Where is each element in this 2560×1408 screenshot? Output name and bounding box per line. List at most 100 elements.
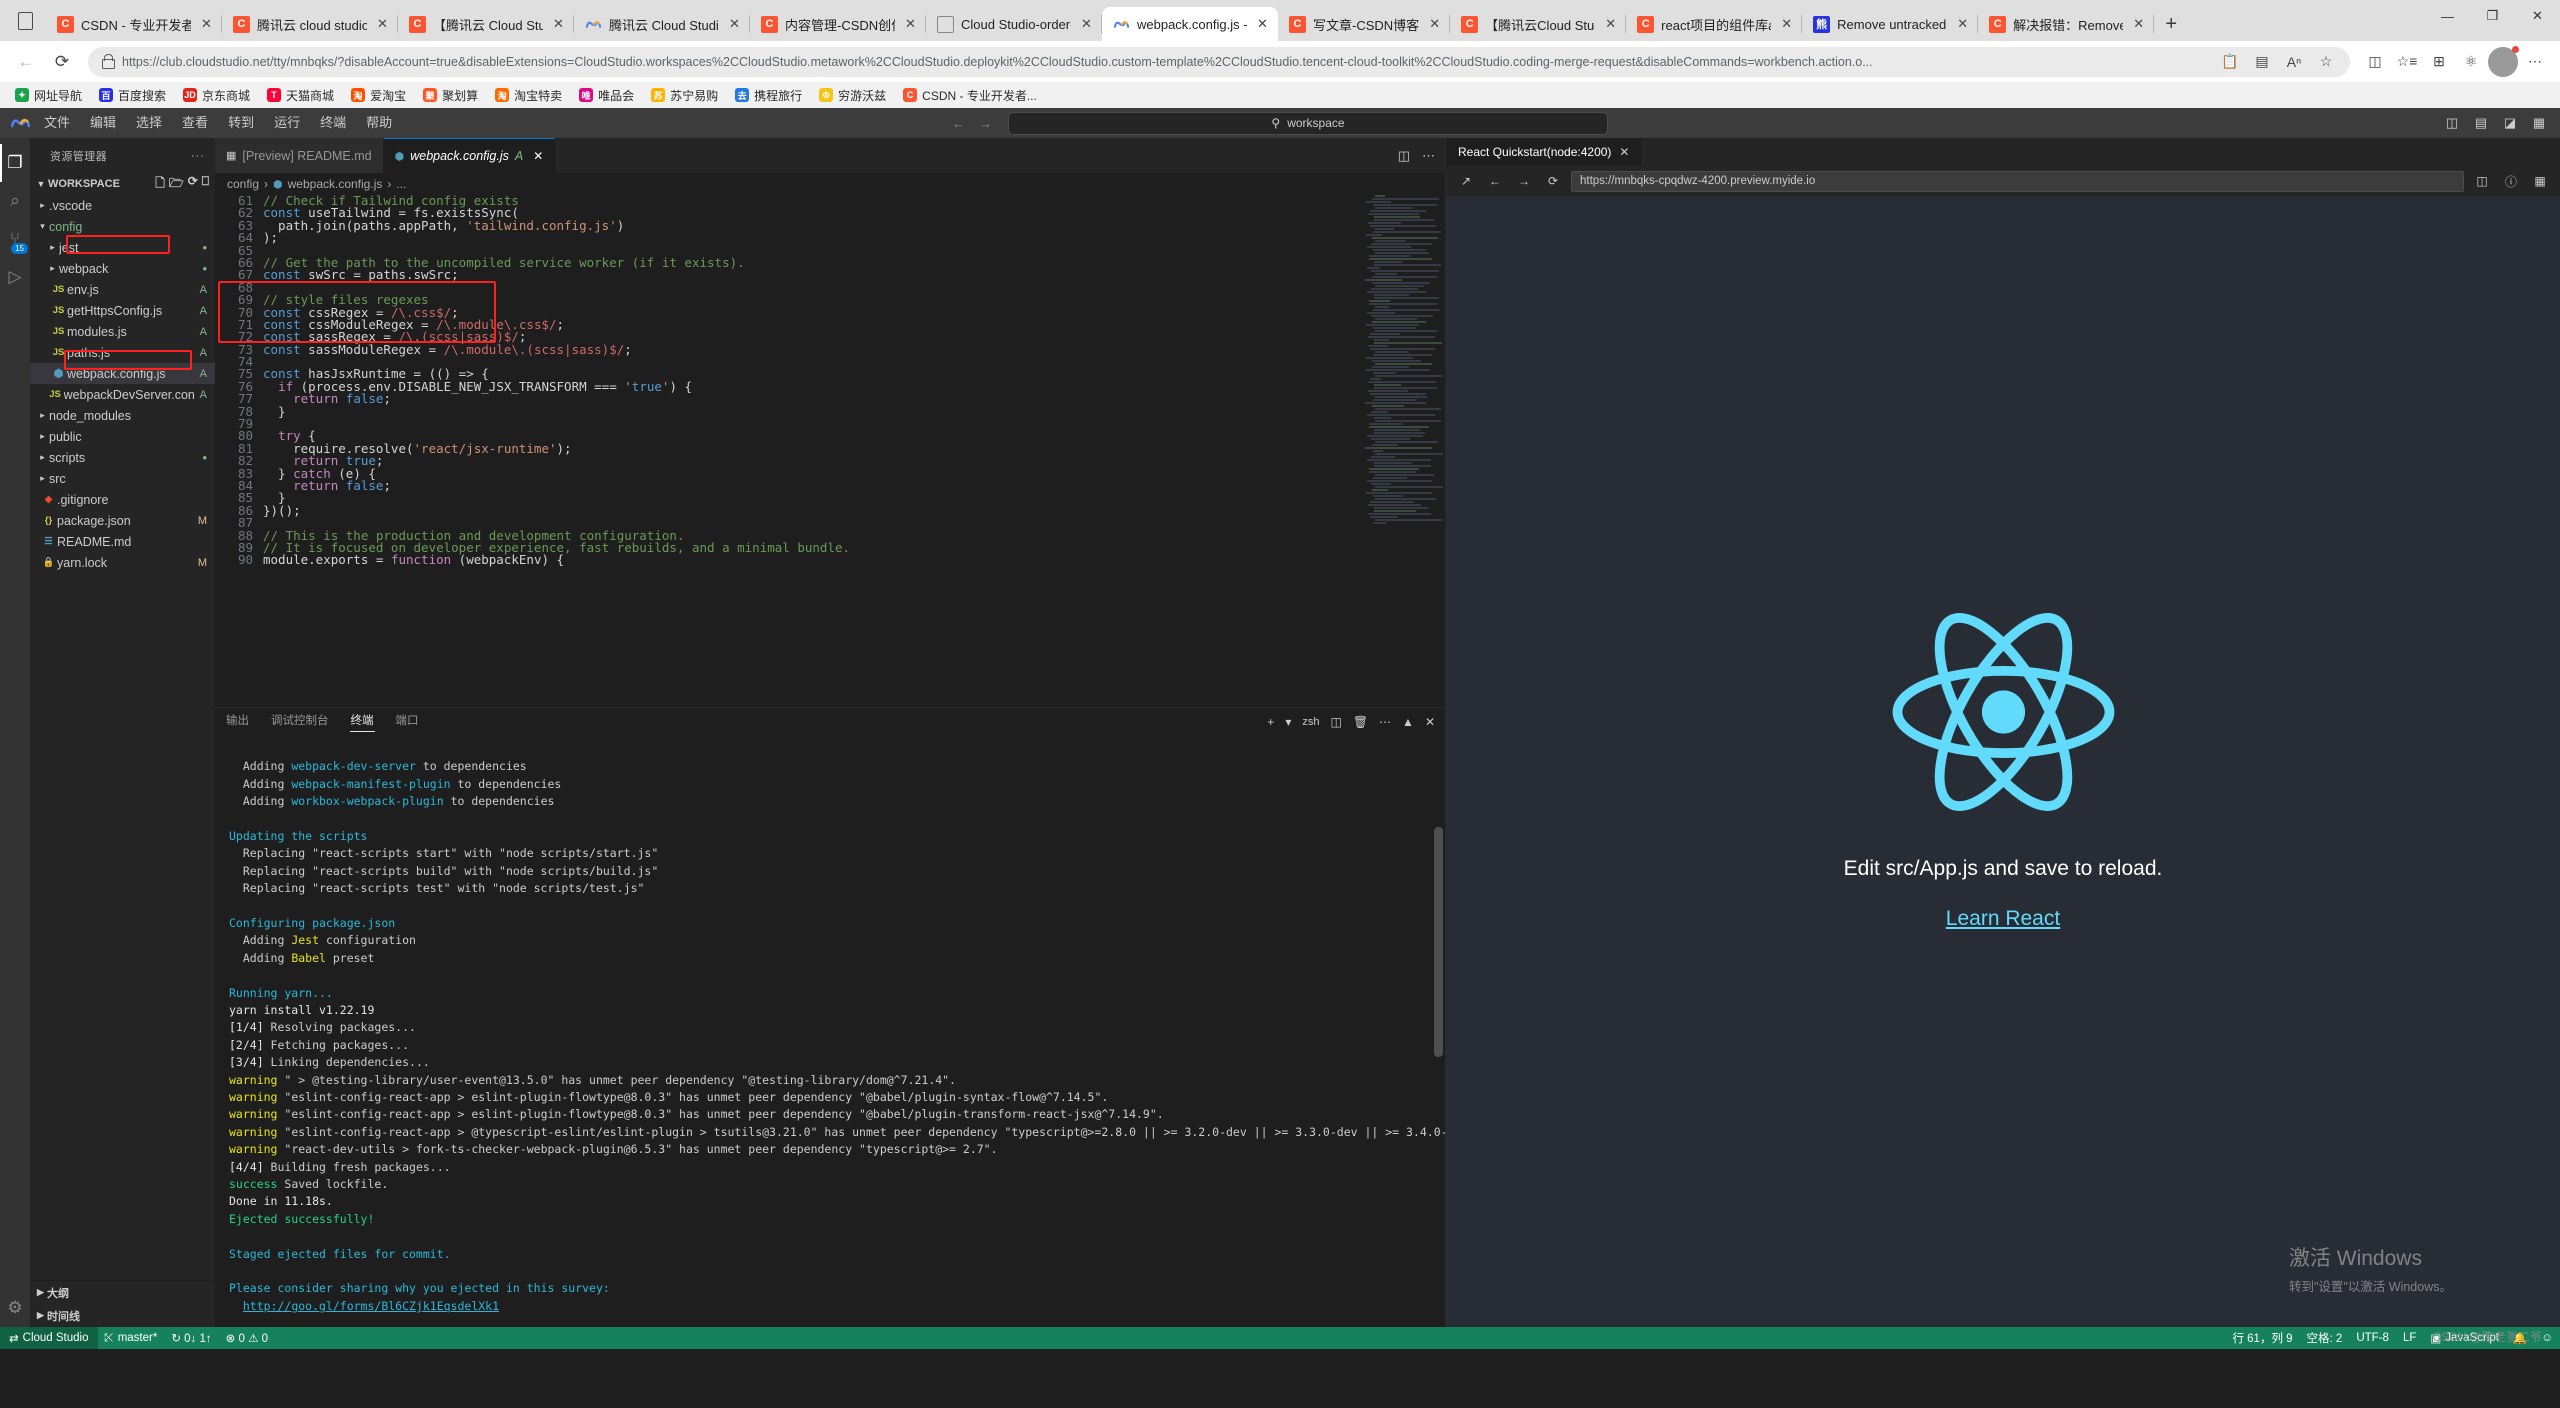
kill-terminal-icon[interactable]: 🗑 xyxy=(1353,715,1368,729)
section-timeline[interactable]: ▶ 时间线 xyxy=(30,1304,215,1327)
tab-output[interactable]: 输出 xyxy=(225,712,250,732)
tree-item[interactable]: ▸ webpack • xyxy=(30,258,215,279)
browser-tab[interactable]: C 内容管理-CSDN创作中心 ✕ xyxy=(750,7,926,41)
browser-tab[interactable]: Creact项目的组件库antd- ✕ xyxy=(1626,7,1803,41)
activity-explorer-icon[interactable]: ❐ xyxy=(0,144,30,182)
devtools-icon[interactable]: ◫ xyxy=(2471,170,2493,192)
status-cursor-position[interactable]: 行 61，列 9 xyxy=(2225,1327,2299,1349)
menu-终端[interactable]: 终端 xyxy=(310,108,356,138)
back-button[interactable]: ← xyxy=(10,46,42,78)
tab-search-button[interactable] xyxy=(4,0,46,41)
close-tab-icon[interactable]: ✕ xyxy=(198,16,215,33)
tree-item[interactable]: ▸ node_modules xyxy=(30,405,215,426)
add-terminal-icon[interactable]: + xyxy=(1267,715,1274,729)
tree-item[interactable]: ▸ src xyxy=(30,468,215,489)
close-icon[interactable]: ✕ xyxy=(1619,145,1629,159)
split-editor-icon[interactable]: ◫ xyxy=(1398,148,1410,164)
collections-icon[interactable]: ☆≡ xyxy=(2392,47,2422,77)
tree-item[interactable]: ▾ config xyxy=(30,216,215,237)
forward-icon[interactable]: → xyxy=(1513,170,1535,192)
tree-item[interactable]: ▸ .vscode xyxy=(30,195,215,216)
profile-avatar[interactable] xyxy=(2488,45,2519,77)
tree-item[interactable]: JS getHttpsConfig.js A xyxy=(30,300,215,321)
settings-more-icon[interactable]: ⋯ xyxy=(2520,47,2550,77)
status-eol[interactable]: LF xyxy=(2396,1327,2423,1349)
address-bar[interactable]: https://club.cloudstudio.net/tty/mnbqks/… xyxy=(88,46,2350,77)
status-encoding[interactable]: UTF-8 xyxy=(2349,1327,2396,1349)
tree-item[interactable]: ☰ README.md xyxy=(30,531,215,552)
split-screen-icon[interactable]: ◫ xyxy=(2360,47,2390,77)
open-external-icon[interactable]: ↗ xyxy=(1455,170,1477,192)
tree-item[interactable]: JS modules.js A xyxy=(30,321,215,342)
maximize-panel-icon[interactable]: ▲ xyxy=(1402,715,1414,729)
close-tab-icon[interactable]: ✕ xyxy=(726,16,743,33)
toggle-primary-sidebar-icon[interactable]: ◫ xyxy=(2439,115,2465,131)
browser-tab[interactable]: C 腾讯云 cloud studio实战 ✕ xyxy=(222,7,398,41)
nav-forward-icon[interactable]: → xyxy=(979,116,992,131)
browser-tab[interactable]: Cloud Studio-order-Rea ✕ xyxy=(926,7,1102,41)
tab-terminal[interactable]: 终端 xyxy=(349,712,375,733)
preview-tab[interactable]: React Quickstart(node:4200) ✕ xyxy=(1446,138,1642,166)
copy-icon[interactable]: 📋 xyxy=(2215,47,2245,77)
browser-tab[interactable]: C 【腾讯云 Cloud Studio 实 ✕ xyxy=(398,7,574,41)
browser-tab[interactable]: C CSDN - 专业开发者社区 ✕ xyxy=(46,7,222,41)
close-tab-icon[interactable]: ✕ xyxy=(2130,16,2147,33)
menu-运行[interactable]: 运行 xyxy=(264,108,310,138)
menu-文件[interactable]: 文件 xyxy=(34,108,80,138)
close-tab-icon[interactable]: ✕ xyxy=(902,16,919,33)
bookmark-item[interactable]: 淘爱淘宝 xyxy=(344,85,413,106)
close-tab-icon[interactable]: ✕ xyxy=(550,16,567,33)
help-icon[interactable]: ⓘ xyxy=(2500,170,2522,192)
menu-查看[interactable]: 查看 xyxy=(172,108,218,138)
section-outline[interactable]: ▶ 大纲 xyxy=(30,1281,215,1304)
browser-tab[interactable]: C 写文章-CSDN博客 ✕ xyxy=(1278,7,1451,41)
workspace-section-header[interactable]: ▼ WORKSPACE 🗋 🗁 ⟳ ⎕ xyxy=(30,173,215,195)
menu-选择[interactable]: 选择 xyxy=(126,108,172,138)
code-editor[interactable]: 61 62 63 64 65 66 67 68 69 70 71 72 73 74 75 76 77 78 79 80… xyxy=(215,195,1445,707)
bookmark-item[interactable]: C CSDN - 专业开发者... xyxy=(896,85,1044,106)
activity-run-and-debug-icon[interactable]: ▷ xyxy=(0,258,30,296)
tree-item[interactable]: ▸ scripts • xyxy=(30,447,215,468)
bookmark-item[interactable]: 淘淘宝特卖 xyxy=(488,85,569,106)
tree-item[interactable]: 🔒 yarn.lock M xyxy=(30,552,215,573)
bookmark-item[interactable]: ♔ 穷游沃兹 xyxy=(812,85,893,106)
tree-item[interactable]: ▸ public xyxy=(30,426,215,447)
code-content[interactable]: // Check if Tailwind config exists const … xyxy=(263,195,1445,707)
reload-icon[interactable]: ⟳ xyxy=(1542,170,1564,192)
close-icon[interactable]: ✕ xyxy=(533,149,543,163)
tab-ports[interactable]: 端口 xyxy=(395,712,420,732)
tree-item[interactable]: {} package.json M xyxy=(30,510,215,531)
menu-帮助[interactable]: 帮助 xyxy=(356,108,402,138)
close-tab-icon[interactable]: ✕ xyxy=(1954,16,1971,33)
editor-tab[interactable]: ▦ [Preview] README.md xyxy=(215,138,384,173)
bookmark-item[interactable]: T 天猫商城 xyxy=(260,85,341,106)
status-problems[interactable]: ⊗ 0 ⚠ 0 xyxy=(219,1327,275,1349)
more-actions-icon[interactable]: ⋯ xyxy=(1379,715,1391,729)
toggle-panel-icon[interactable]: ▤ xyxy=(2468,115,2494,131)
status-branch[interactable]: ⤪ master* xyxy=(98,1327,165,1349)
favorite-icon[interactable]: ☆ xyxy=(2311,47,2341,77)
learn-react-link[interactable]: Learn React xyxy=(1946,907,2060,931)
nav-back-icon[interactable]: ← xyxy=(952,116,965,131)
tree-item[interactable]: JS paths.js A xyxy=(30,342,215,363)
more-icon[interactable]: ▦ xyxy=(2529,170,2551,192)
back-icon[interactable]: ← xyxy=(1484,170,1506,192)
status-sync[interactable]: ↻ 0↓ 1↑ xyxy=(164,1327,218,1349)
browser-essentials-icon[interactable]: ⚛ xyxy=(2456,47,2486,77)
editor-tab[interactable]: ⬢ webpack.config.js A ✕ xyxy=(383,138,556,173)
browser-tab[interactable]: C 【腾讯云Cloud Studio实 ✕ xyxy=(1450,7,1627,41)
status-remote[interactable]: ⇄ Cloud Studio xyxy=(0,1327,98,1349)
bookmark-item[interactable]: 百百度搜索 xyxy=(92,85,173,106)
sidebar-more-icon[interactable]: ··· xyxy=(191,150,205,162)
bookmark-item[interactable]: JD 京东商城 xyxy=(176,85,257,106)
browser-tab[interactable]: 熊 Remove untracked files, ✕ xyxy=(1802,7,1979,41)
bookmark-item[interactable]: 去携程旅行 xyxy=(728,85,809,106)
browser-tab[interactable]: webpack.config.js - wor ✕ xyxy=(1102,7,1278,41)
bookmark-item[interactable]: ✦ 网址导航 xyxy=(8,85,89,106)
refresh-icon[interactable]: ⟳ xyxy=(188,174,198,195)
customize-layout-icon[interactable]: ▦ xyxy=(2526,115,2552,131)
breadcrumb-item[interactable]: config xyxy=(227,177,259,191)
close-tab-icon[interactable]: ✕ xyxy=(1426,16,1443,33)
new-tab-button[interactable]: + xyxy=(2154,7,2188,41)
bookmark-item[interactable]: 唯唯品会 xyxy=(572,85,641,106)
